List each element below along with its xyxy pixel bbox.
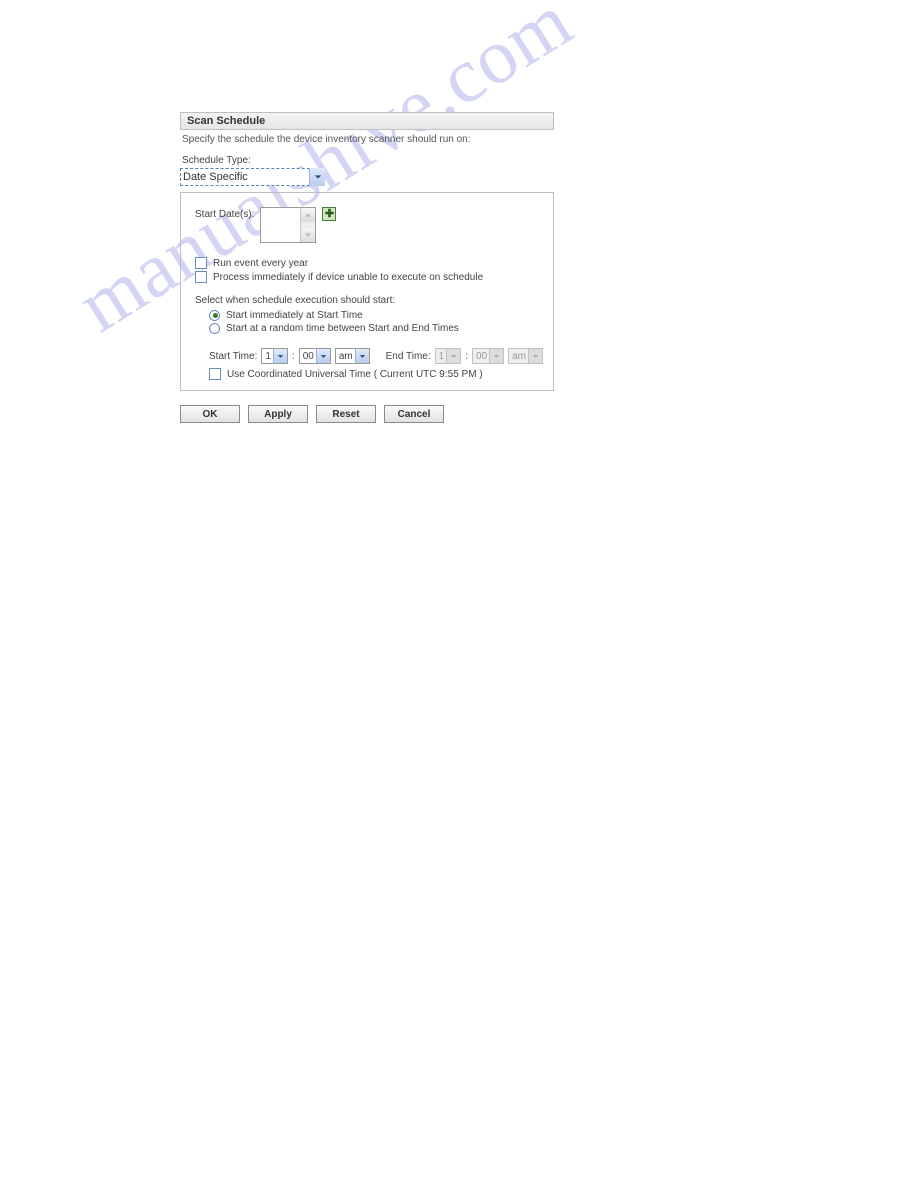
start-min-select[interactable]: 00 [299,348,331,364]
chevron-down-icon [446,349,460,363]
end-min-select: 00 [472,348,504,364]
chevron-down-icon [355,349,369,363]
start-hour-value: 1 [265,351,271,362]
ok-button[interactable]: OK [180,405,240,423]
process-immediately-checkbox[interactable] [195,271,207,283]
radio-start-immediately-label: Start immediately at Start Time [226,310,363,321]
schedule-type-value[interactable] [180,168,325,186]
utc-label: Use Coordinated Universal Time ( Current… [227,369,483,380]
schedule-type-select[interactable] [180,168,325,186]
exec-start-label: Select when schedule execution should st… [195,295,543,306]
start-min-value: 00 [303,351,314,362]
start-ampm-select[interactable]: am [335,348,370,364]
end-hour-select: 1 [435,348,462,364]
schedule-panel: Start Date(s): ✚ Run event every year [180,192,554,391]
button-bar: OK Apply Reset Cancel [180,405,554,423]
reset-button[interactable]: Reset [316,405,376,423]
cancel-button[interactable]: Cancel [384,405,444,423]
time-colon-end: : [465,351,468,362]
chevron-down-icon [528,349,542,363]
end-time-label: End Time: [386,351,431,362]
start-time-label: Start Time: [209,351,257,362]
dialog-title: Scan Schedule [180,112,554,130]
scroll-down-icon[interactable] [301,228,315,242]
start-dates-listbox[interactable] [260,207,316,243]
start-hour-select[interactable]: 1 [261,348,288,364]
chevron-down-icon [273,349,287,363]
end-ampm-value: am [512,351,526,362]
utc-checkbox[interactable] [209,368,221,380]
time-colon: : [292,351,295,362]
radio-start-immediately[interactable] [209,310,220,321]
process-immediately-label: Process immediately if device unable to … [213,272,483,283]
apply-button[interactable]: Apply [248,405,308,423]
chevron-down-icon [316,349,330,363]
every-year-label: Run event every year [213,258,308,269]
end-ampm-select: am [508,348,543,364]
add-date-button[interactable]: ✚ [322,207,336,221]
intro-text: Specify the schedule the device inventor… [180,130,554,155]
plus-icon: ✚ [325,209,334,220]
scroll-up-icon[interactable] [301,208,315,222]
end-hour-value: 1 [439,351,445,362]
radio-start-random-label: Start at a random time between Start and… [226,323,459,334]
chevron-down-icon [489,349,503,363]
scan-schedule-dialog: Scan Schedule Specify the schedule the d… [180,112,554,423]
listbox-scrollbar[interactable] [300,208,315,242]
schedule-type-label: Schedule Type: [180,155,554,168]
start-dates-label: Start Date(s): [195,207,254,220]
start-ampm-value: am [339,351,353,362]
every-year-checkbox[interactable] [195,257,207,269]
end-min-value: 00 [476,351,487,362]
radio-start-random[interactable] [209,323,220,334]
